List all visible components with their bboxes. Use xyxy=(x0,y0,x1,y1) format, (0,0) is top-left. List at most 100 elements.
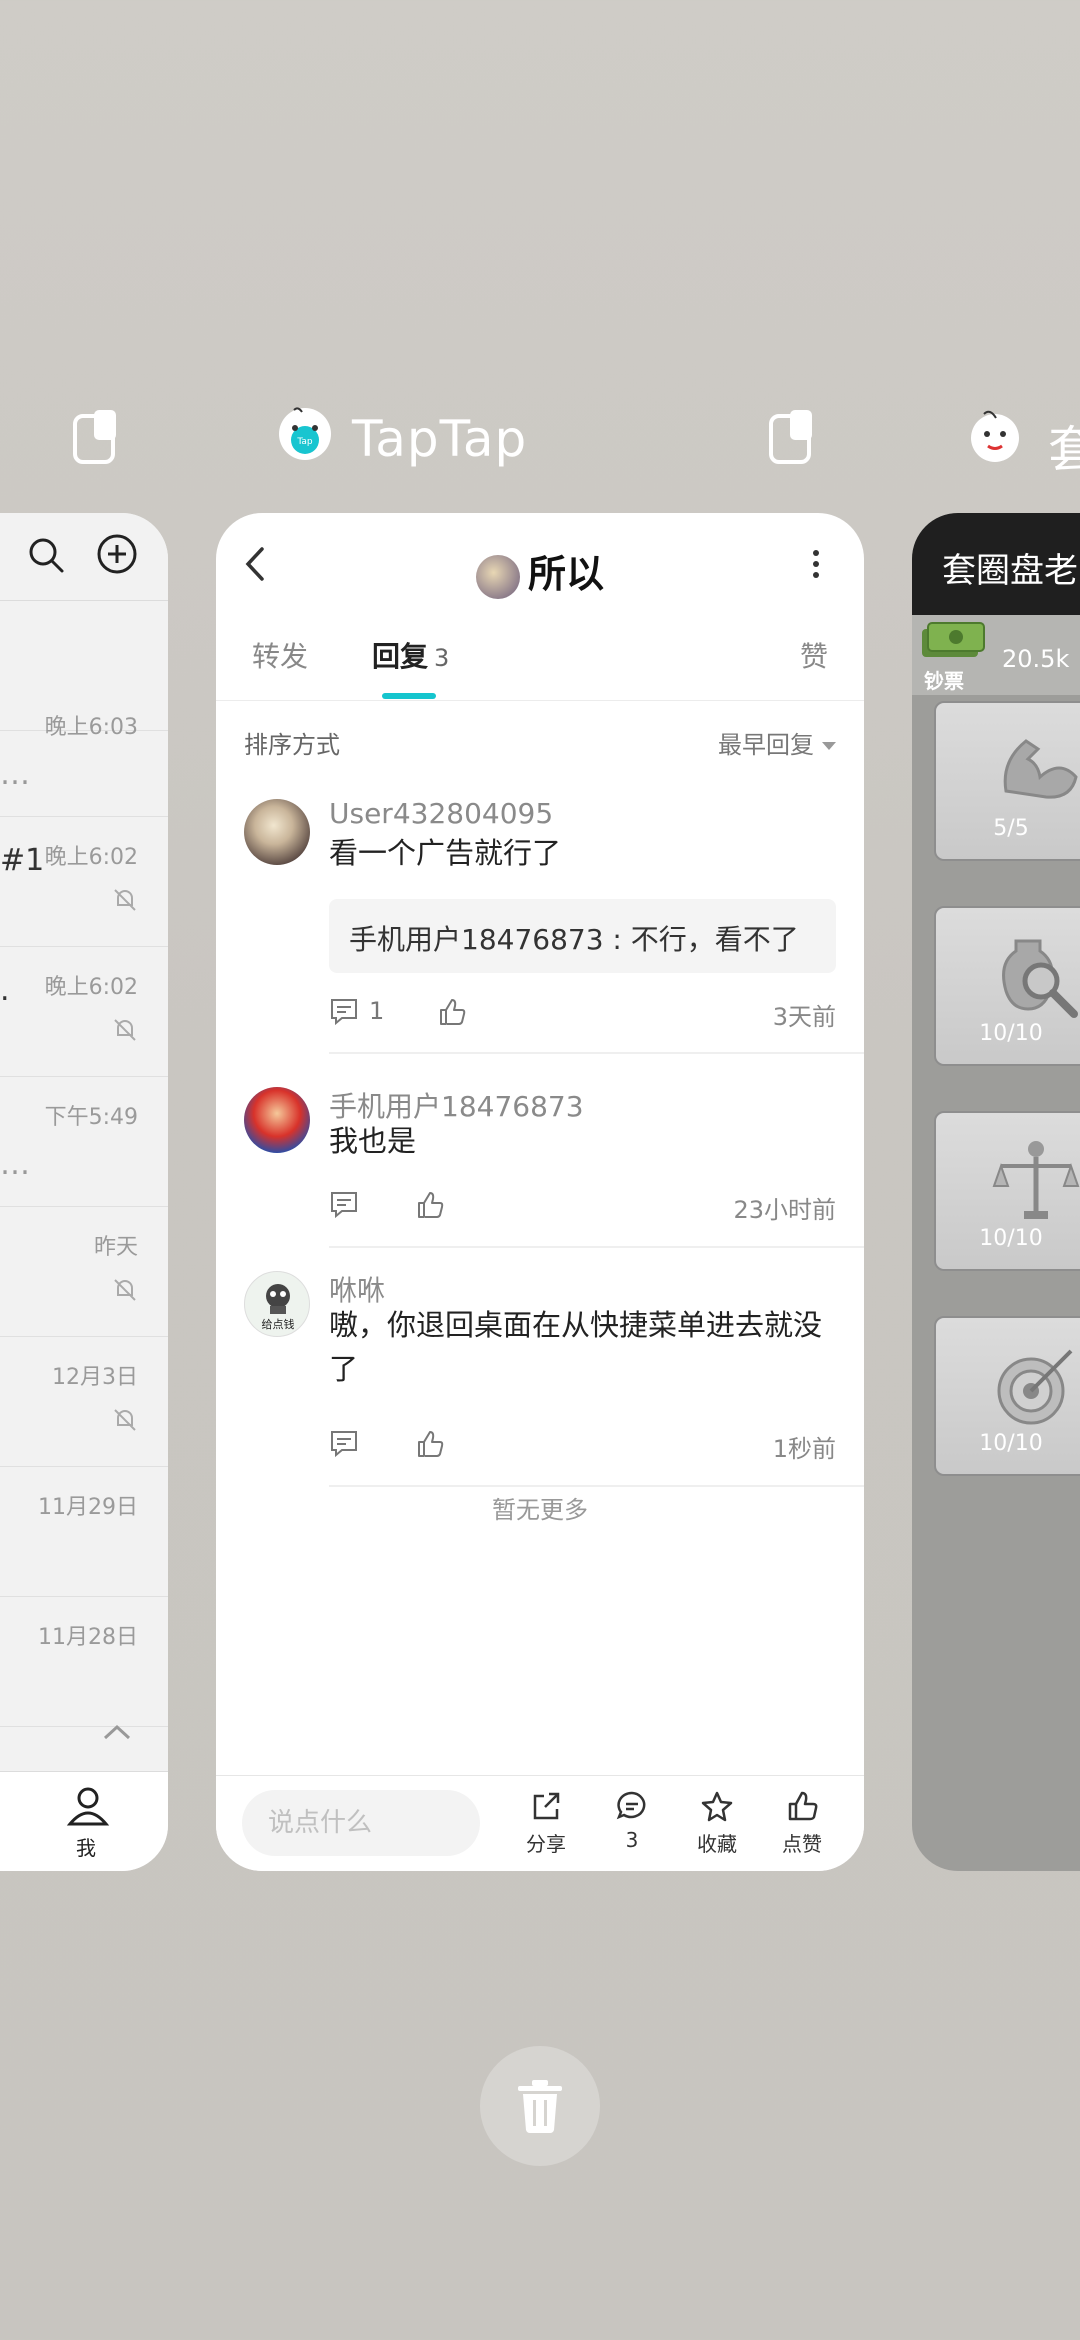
thumbs-up-icon[interactable] xyxy=(437,997,467,1027)
share-icon xyxy=(533,1792,560,1820)
mute-bell-icon xyxy=(114,1279,136,1301)
mute-bell-icon xyxy=(114,889,136,911)
comment-time: 1秒前 xyxy=(772,1435,836,1463)
favorite-button[interactable]: 收藏 xyxy=(681,1790,753,1866)
upgrade-tile[interactable]: 10/10 xyxy=(934,906,1080,1066)
chat-row[interactable]: 11月29日 xyxy=(0,1467,168,1597)
left-app-card[interactable]: 晚上6:03 … 晚上6:02 #1 晚上6:02 . 下午5:49 … 昨天 … xyxy=(0,513,168,1871)
comments-count: 3 xyxy=(625,1828,639,1852)
chat-preview-fragment: . xyxy=(0,973,10,1008)
thumbs-up-icon xyxy=(788,1791,818,1821)
svg-text:Tap: Tap xyxy=(296,437,313,447)
search-icon[interactable] xyxy=(26,535,66,575)
chat-row[interactable]: 晚上6:02 . xyxy=(0,947,168,1077)
chevron-up-icon[interactable] xyxy=(102,1723,132,1741)
add-circle-icon[interactable] xyxy=(96,533,138,575)
tile-value: 5/5 xyxy=(993,816,1029,841)
chat-row[interactable]: 11月28日 xyxy=(0,1597,168,1727)
comment-item: 给点钱 咻咻 嗷，你退回桌面在从快捷菜单进去就没了 1秒前 xyxy=(216,1249,864,1489)
left-card-toolbar xyxy=(0,513,168,601)
chat-time: 11月28日 xyxy=(38,1625,138,1650)
left-bottom-nav: 我 xyxy=(0,1771,168,1871)
thumbs-up-icon[interactable] xyxy=(415,1190,445,1220)
page-title-text: 所以 xyxy=(527,552,604,596)
avatar[interactable] xyxy=(244,1087,310,1153)
comment-divider xyxy=(329,1246,864,1248)
like-button[interactable]: 点赞 xyxy=(766,1790,838,1866)
comment-divider xyxy=(329,1485,864,1487)
upgrade-tile[interactable]: 10/10 xyxy=(934,1316,1080,1476)
share-button[interactable]: 分享 xyxy=(510,1790,582,1866)
tile-value: 10/10 xyxy=(979,1021,1043,1046)
sort-bar: 排序方式 最早回复 xyxy=(216,701,864,777)
comment-actions: 1 3天前 xyxy=(329,993,836,1033)
chat-row[interactable]: 晚上6:02 #1 xyxy=(0,817,168,947)
svg-text:给点钱: 给点钱 xyxy=(262,1317,295,1331)
tab-reply[interactable]: 回复 3 xyxy=(372,635,449,675)
tab-like[interactable]: 赞 xyxy=(800,635,828,675)
quoted-reply-text: 手机用户18476873 : 不行，看不了 xyxy=(349,923,799,956)
chat-row[interactable]: 昨天 xyxy=(0,1207,168,1337)
comment-text: 我也是 xyxy=(329,1124,417,1158)
avatar[interactable] xyxy=(244,799,310,865)
share-label: 分享 xyxy=(526,1832,566,1856)
chat-bubble-icon xyxy=(616,1791,646,1820)
app-label-right[interactable]: 套 xyxy=(1048,410,1080,482)
quoted-reply[interactable]: 手机用户18476873 : 不行，看不了 xyxy=(329,899,836,973)
sort-value: 最早回复 xyxy=(718,731,814,759)
chat-row[interactable]: 下午5:49 … xyxy=(0,1077,168,1207)
scales-icon xyxy=(992,1141,1080,1219)
comment-icon[interactable] xyxy=(329,997,359,1027)
taptap-app-icon: Tap xyxy=(270,404,340,478)
clear-all-button[interactable] xyxy=(480,2046,600,2166)
multi-window-icon[interactable] xyxy=(72,410,120,466)
like-label: 点赞 xyxy=(782,1832,822,1856)
comment-divider xyxy=(329,1052,864,1054)
tile-value: 10/10 xyxy=(979,1431,1043,1456)
more-vertical-icon[interactable] xyxy=(811,547,821,581)
right-app-card[interactable]: 套圈盘老 钞票 20.5k 5/5 10/10 10/10 10/10 xyxy=(912,513,1080,1871)
target-icon xyxy=(997,1349,1073,1425)
multi-window-icon-2[interactable] xyxy=(768,410,816,466)
comment-icon[interactable] xyxy=(329,1429,359,1459)
favorite-label: 收藏 xyxy=(697,1832,737,1856)
chat-preview-fragment: … xyxy=(0,1147,30,1182)
page-title: 所以 xyxy=(216,543,864,599)
upgrade-tile[interactable]: 10/10 xyxy=(934,1111,1080,1271)
chat-row[interactable]: 晚上6:03 … xyxy=(0,687,168,817)
sort-label: 排序方式 xyxy=(244,731,340,759)
comment-actions: 1秒前 xyxy=(329,1425,836,1465)
tab-repost[interactable]: 转发 xyxy=(252,635,308,675)
upgrade-tile[interactable]: 5/5 xyxy=(934,701,1080,861)
thumbs-up-icon[interactable] xyxy=(415,1429,445,1459)
tile-value: 10/10 xyxy=(979,1226,1043,1251)
chat-time: 晚上6:02 xyxy=(44,975,138,1000)
tab-reply-count: 3 xyxy=(434,644,450,672)
caret-down-icon xyxy=(822,742,836,750)
star-icon xyxy=(701,1791,733,1822)
reply-count: 1 xyxy=(369,997,385,1025)
app-label-taptap[interactable]: TapTap xyxy=(352,410,527,468)
cash-bar: 钞票 20.5k xyxy=(912,615,1080,695)
muscle-icon xyxy=(1003,739,1078,799)
chat-preview-fragment: … xyxy=(0,757,30,792)
comment-input[interactable] xyxy=(242,1790,480,1856)
chat-time: 12月3日 xyxy=(52,1365,138,1390)
author-avatar xyxy=(475,554,520,599)
avatar[interactable]: 给点钱 xyxy=(244,1271,310,1337)
chat-time: 晚上6:03 xyxy=(44,715,138,740)
chat-time: 晚上6:02 xyxy=(44,845,138,870)
cash-stack-icon xyxy=(922,622,985,657)
chat-row[interactable]: 12月3日 xyxy=(0,1337,168,1467)
comment-username[interactable]: User432804095 xyxy=(329,797,553,830)
person-icon[interactable] xyxy=(66,1784,110,1828)
comment-text: 看一个广告就行了 xyxy=(329,836,562,870)
sort-dropdown[interactable]: 最早回复 xyxy=(718,725,836,760)
post-header: 所以 xyxy=(216,513,864,613)
comment-icon[interactable] xyxy=(329,1190,359,1220)
comment-actions: 23小时前 xyxy=(329,1186,836,1226)
game-title: 套圈盘老 xyxy=(942,551,1078,591)
mute-bell-icon xyxy=(114,1409,136,1431)
taptap-app-card[interactable]: 所以 转发 回复 3 赞 排序方式 最早回复 User432804095 看一个广… xyxy=(216,513,864,1871)
comments-button[interactable]: 3 xyxy=(596,1790,668,1866)
